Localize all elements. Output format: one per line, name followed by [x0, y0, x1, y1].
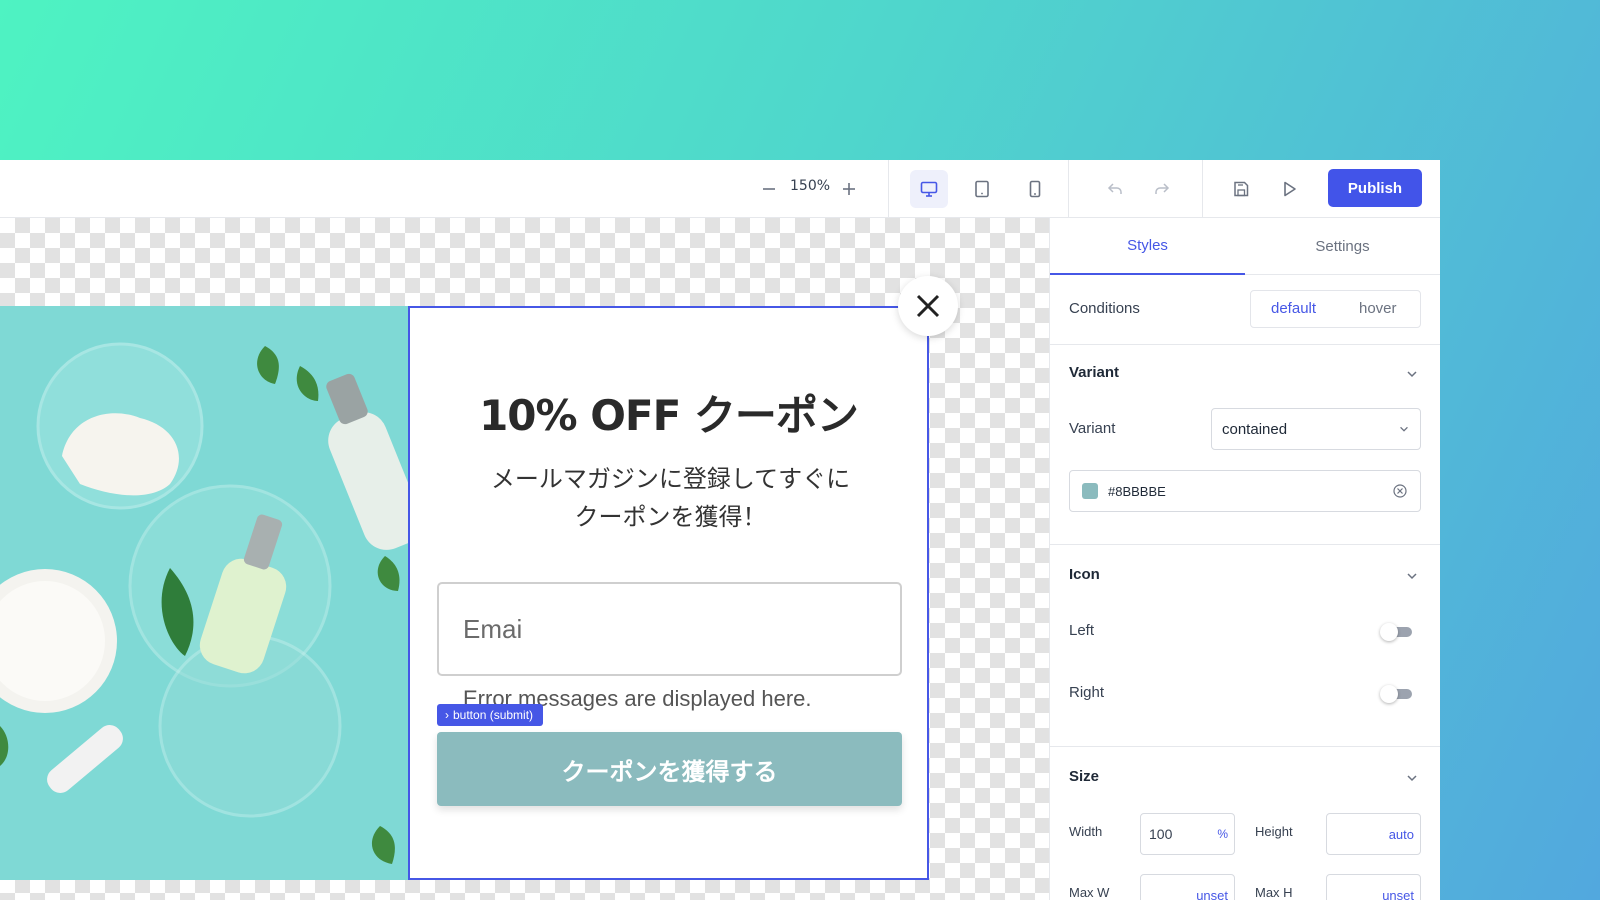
play-icon [1284, 181, 1296, 197]
icon-section-title: Icon [1069, 566, 1100, 583]
tablet-icon [975, 180, 989, 198]
zoom-in-button[interactable] [830, 170, 868, 208]
max-width-label: Max W [1069, 885, 1110, 900]
divider [1050, 344, 1440, 345]
zoom-out-button[interactable] [750, 170, 788, 208]
width-input[interactable]: 100 % [1140, 813, 1235, 855]
width-label: Width [1069, 824, 1103, 839]
icon-left-label: Left [1069, 622, 1095, 639]
properties-panel: Styles Settings Conditions default hover… [1049, 218, 1440, 900]
width-value: 100 [1149, 826, 1173, 842]
color-swatch[interactable] [1082, 483, 1098, 499]
condition-hover[interactable]: hover [1359, 300, 1397, 317]
plus-icon [843, 183, 855, 195]
top-toolbar: 150% Publish [0, 160, 1440, 218]
mobile-icon [1029, 180, 1041, 198]
mobile-view-button[interactable] [1016, 170, 1054, 208]
undo-button[interactable] [1096, 170, 1134, 208]
max-height-value: unset [1382, 887, 1414, 900]
toolbar-divider [888, 160, 889, 218]
chevron-down-icon[interactable] [1405, 569, 1419, 583]
redo-button[interactable] [1143, 170, 1181, 208]
email-field[interactable]: Emai [437, 582, 902, 676]
variant-select[interactable]: contained [1211, 408, 1421, 450]
max-width-value: unset [1196, 887, 1228, 900]
max-height-input[interactable]: unset [1326, 874, 1421, 900]
conditions-label: Conditions [1069, 300, 1140, 317]
condition-default[interactable]: default [1271, 300, 1316, 317]
close-icon [916, 294, 940, 318]
toggle-knob [1380, 623, 1398, 641]
desktop-view-button[interactable] [910, 170, 948, 208]
save-button[interactable] [1222, 170, 1260, 208]
publish-button[interactable]: Publish [1328, 169, 1422, 207]
toolbar-divider [1202, 160, 1203, 218]
get-coupon-button[interactable]: クーポンを獲得する [437, 732, 902, 806]
variant-section-title: Variant [1069, 364, 1120, 381]
width-unit[interactable]: % [1217, 827, 1228, 841]
chevron-down-icon[interactable] [1405, 367, 1419, 381]
zoom-level: 150% [790, 178, 831, 194]
popup-subtitle: メールマガジンに登録してすぐに クーポンを獲得！ [450, 460, 891, 536]
popup-close-button[interactable] [898, 276, 958, 336]
height-label: Height [1255, 824, 1293, 839]
color-value: #8BBBBE [1108, 483, 1166, 499]
minus-icon [763, 188, 775, 190]
save-icon [1234, 181, 1249, 197]
max-width-input[interactable]: unset [1140, 874, 1235, 900]
height-value: auto [1388, 826, 1414, 842]
divider [1050, 544, 1440, 545]
height-input[interactable]: auto [1326, 813, 1421, 855]
variant-label: Variant [1069, 420, 1116, 437]
tablet-view-button[interactable] [963, 170, 1001, 208]
selection-tag-label: button (submit) [453, 708, 534, 722]
chevron-right-icon: › [445, 708, 449, 722]
icon-right-toggle[interactable] [1380, 685, 1414, 703]
undo-icon [1107, 183, 1122, 194]
preview-button[interactable] [1270, 170, 1308, 208]
toggle-knob [1380, 685, 1398, 703]
color-field[interactable]: #8BBBBE [1069, 470, 1421, 512]
clear-icon[interactable] [1392, 483, 1408, 499]
divider [1050, 746, 1440, 747]
coupon-popup[interactable]: 10% OFF クーポン メールマガジンに登録してすぐに クーポンを獲得！ Em… [408, 306, 929, 880]
panel-tabs: Styles Settings [1050, 218, 1440, 275]
cosmetics-photo [0, 306, 408, 880]
selection-tag[interactable]: › button (submit) [437, 704, 544, 726]
max-height-label: Max H [1255, 885, 1293, 900]
chevron-down-icon [1400, 426, 1408, 432]
tab-settings[interactable]: Settings [1245, 218, 1440, 275]
popup-title: 10% OFF クーポン [479, 391, 859, 440]
redo-icon [1155, 183, 1170, 194]
popup-subtitle-line1: メールマガジンに登録してすぐに [490, 465, 851, 493]
popup-subtitle-line2: クーポンを獲得！ [574, 503, 767, 531]
icon-left-toggle[interactable] [1380, 623, 1414, 641]
desktop-icon [920, 181, 938, 197]
icon-right-label: Right [1069, 684, 1105, 701]
toolbar-divider [1068, 160, 1069, 218]
editor-app: 150% Publish 10% OFF クーポン メールマガジンに登録してすぐ… [0, 160, 1440, 900]
size-section-title: Size [1069, 768, 1100, 785]
variant-select-value: contained [1222, 420, 1288, 438]
conditions-toggle: default hover [1250, 290, 1421, 328]
product-image [0, 306, 408, 880]
editor-canvas[interactable]: 10% OFF クーポン メールマガジンに登録してすぐに クーポンを獲得！ Em… [0, 218, 1049, 900]
chevron-down-icon[interactable] [1405, 771, 1419, 785]
tab-styles[interactable]: Styles [1050, 218, 1245, 275]
